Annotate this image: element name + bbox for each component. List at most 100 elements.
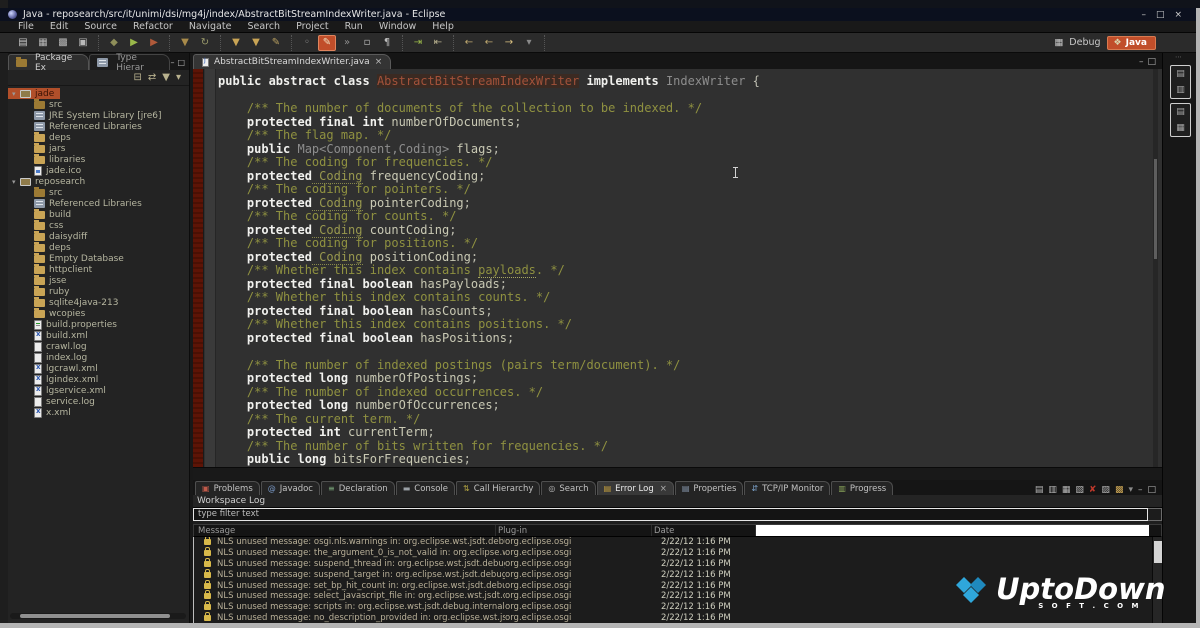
menu-project[interactable]: Project — [288, 21, 337, 33]
filter-options-button[interactable] — [1148, 508, 1162, 521]
import-log-icon[interactable]: ▧ — [1075, 485, 1084, 495]
tree-item-sqlite4java-213[interactable]: sqlite4java-213 — [8, 297, 189, 308]
close-button[interactable]: × — [1174, 10, 1182, 20]
new-project-icon[interactable]: ▼ — [176, 35, 194, 51]
tree-item-css[interactable]: css — [8, 220, 189, 231]
tab-console[interactable]: ▬Console — [396, 481, 455, 495]
tree-item-build-properties[interactable]: build.properties — [8, 319, 189, 330]
new-file-icon[interactable]: ▤ — [14, 35, 32, 51]
maximize-editor-icon[interactable]: □ — [1147, 57, 1156, 67]
tree-item-jade[interactable]: ▾jade — [8, 88, 60, 99]
tree-item-daisydiff[interactable]: daisydiff — [8, 231, 189, 242]
tab-declaration[interactable]: ≡Declaration — [321, 481, 395, 495]
log-row[interactable]: NLS unused message: the_argument_0_is_no… — [194, 548, 1162, 559]
tree-item-src[interactable]: src — [8, 187, 189, 198]
back2-icon[interactable]: ← — [480, 35, 498, 51]
toggle-mark-icon[interactable]: ⇥ — [409, 35, 427, 51]
menu-search[interactable]: Search — [239, 21, 288, 33]
tab-package-explorer[interactable]: Package Ex — [8, 54, 89, 70]
menu-refactor[interactable]: Refactor — [125, 21, 181, 33]
tree-item-lgservice-xml[interactable]: lgservice.xml — [8, 385, 189, 396]
skip-breakpoints-icon[interactable]: ◆ — [105, 35, 123, 51]
focus-icon[interactable]: ▼ — [162, 72, 170, 83]
log-row[interactable]: NLS unused message: osgi.nls.warnings in… — [194, 537, 1162, 548]
tree-item-libraries[interactable]: libraries — [8, 154, 189, 165]
maximize-panel-icon[interactable]: □ — [1147, 485, 1156, 495]
maximize-button[interactable]: □ — [1156, 10, 1165, 20]
close-tab-icon[interactable]: × — [660, 484, 667, 494]
editor-tab-abstractbitstreamindexwriter[interactable]: AbstractBitStreamIndexWriter.java × — [193, 54, 391, 69]
minimized-view3-icon[interactable]: ▦ — [1176, 123, 1185, 133]
run-external-icon[interactable]: ▶ — [145, 35, 163, 51]
tree-item-lgindex-xml[interactable]: lgindex.xml — [8, 374, 189, 385]
open-type-icon[interactable]: ▼ — [227, 35, 245, 51]
debug-perspective-button[interactable]: Debug — [1069, 37, 1100, 48]
tree-item-jsse[interactable]: jsse — [8, 275, 189, 286]
tree-item-deps[interactable]: deps — [8, 132, 189, 143]
minimized-view-stack-1[interactable]: ▤▥ — [1170, 65, 1191, 99]
print-icon[interactable]: ▣ — [74, 35, 92, 51]
column-message[interactable]: Message — [194, 525, 496, 536]
tree-item-ruby[interactable]: ruby — [8, 286, 189, 297]
sidebar-horizontal-scrollbar[interactable] — [10, 613, 186, 619]
collapse-all-icon[interactable]: ⊟ — [133, 72, 141, 83]
column-date[interactable]: Date — [652, 525, 756, 536]
tab-error-log[interactable]: ▤Error Log× — [597, 481, 674, 495]
tree-item-lgcrawl-xml[interactable]: lgcrawl.xml — [8, 363, 189, 374]
minimized-view2-icon[interactable]: ▤ — [1176, 107, 1185, 117]
tab-problems[interactable]: ▣Problems — [195, 481, 260, 495]
code-editor[interactable]: public abstract class AbstractBitStreamI… — [193, 69, 1162, 467]
tab-properties[interactable]: ▤Properties — [675, 481, 744, 495]
save-icon[interactable]: ▦ — [34, 35, 52, 51]
minimized-view-stack-2[interactable]: ▤▦ — [1170, 103, 1191, 137]
tab-call-hierarchy[interactable]: ⇅Call Hierarchy — [456, 481, 540, 495]
open-perspective-icon[interactable]: ▦ — [1054, 37, 1063, 48]
link-editor-icon[interactable]: ⇤ — [429, 35, 447, 51]
maximize-view-icon[interactable]: □ — [177, 58, 185, 67]
link-with-editor-icon[interactable]: ⇄ — [148, 72, 156, 83]
tree-item-jade-ico[interactable]: jade.ico — [8, 165, 189, 176]
save-all-icon[interactable]: ▩ — [54, 35, 72, 51]
code-text[interactable]: public abstract class AbstractBitStreamI… — [218, 75, 1148, 467]
minimize-button[interactable]: – — [1141, 10, 1146, 20]
tree-item-httpclient[interactable]: httpclient — [8, 264, 189, 275]
tree-item-build-xml[interactable]: build.xml — [8, 330, 189, 341]
tree-item-referenced-libraries[interactable]: Referenced Libraries — [8, 198, 189, 209]
menu-edit[interactable]: Edit — [42, 21, 76, 33]
forward-menu-icon[interactable]: ▾ — [520, 35, 538, 51]
title-bar[interactable]: Java - reposearch/src/it/unimi/dsi/mg4j/… — [0, 8, 1196, 21]
tab-progress[interactable]: ▥Progress — [831, 481, 893, 495]
clear-log-icon[interactable]: ▨ — [1101, 485, 1110, 495]
tree-item-src[interactable]: src — [8, 99, 189, 110]
tree-item-referenced-libraries[interactable]: Referenced Libraries — [8, 121, 189, 132]
tab-type-hierarchy[interactable]: Type Hierar — [89, 54, 170, 70]
minimize-view-icon[interactable]: – — [170, 58, 174, 67]
last-edit-icon[interactable]: ◦ — [298, 35, 316, 51]
view-menu-icon[interactable]: ▾ — [1128, 485, 1133, 495]
menu-source[interactable]: Source — [76, 21, 125, 33]
tree-item-build[interactable]: build — [8, 209, 189, 220]
mark-occurrences-icon[interactable]: ✎ — [318, 35, 336, 51]
tree-item-deps[interactable]: deps — [8, 242, 189, 253]
menu-window[interactable]: Window — [371, 21, 424, 33]
open-log-icon[interactable]: ▩ — [1115, 485, 1124, 495]
tab-search[interactable]: ◎Search — [541, 481, 595, 495]
minimized-outline-icon[interactable]: ▥ — [1176, 85, 1185, 95]
pin-log-icon[interactable]: ▤ — [1035, 485, 1044, 495]
editor-tab-close-icon[interactable]: × — [375, 57, 383, 67]
tree-item-empty-database[interactable]: Empty Database — [8, 253, 189, 264]
back-icon[interactable]: ← — [460, 35, 478, 51]
delete-log-icon[interactable]: ✘ — [1089, 485, 1097, 495]
menu-help[interactable]: Help — [424, 21, 462, 33]
tree-item-wcopies[interactable]: wcopies — [8, 308, 189, 319]
view-menu-icon[interactable]: ▾ — [176, 72, 181, 83]
column-plugin[interactable]: Plug-in — [496, 525, 652, 536]
editor-vertical-scrollbar[interactable] — [1153, 69, 1158, 467]
menu-navigate[interactable]: Navigate — [181, 21, 240, 33]
menu-file[interactable]: File — [10, 21, 42, 33]
export-log-icon[interactable]: ▦ — [1062, 485, 1071, 495]
tree-item-crawl-log[interactable]: crawl.log — [8, 341, 189, 352]
forward-icon[interactable]: → — [500, 35, 518, 51]
annotate-icon[interactable]: ✎ — [267, 35, 285, 51]
show-whitespace-icon[interactable]: ¶ — [378, 35, 396, 51]
